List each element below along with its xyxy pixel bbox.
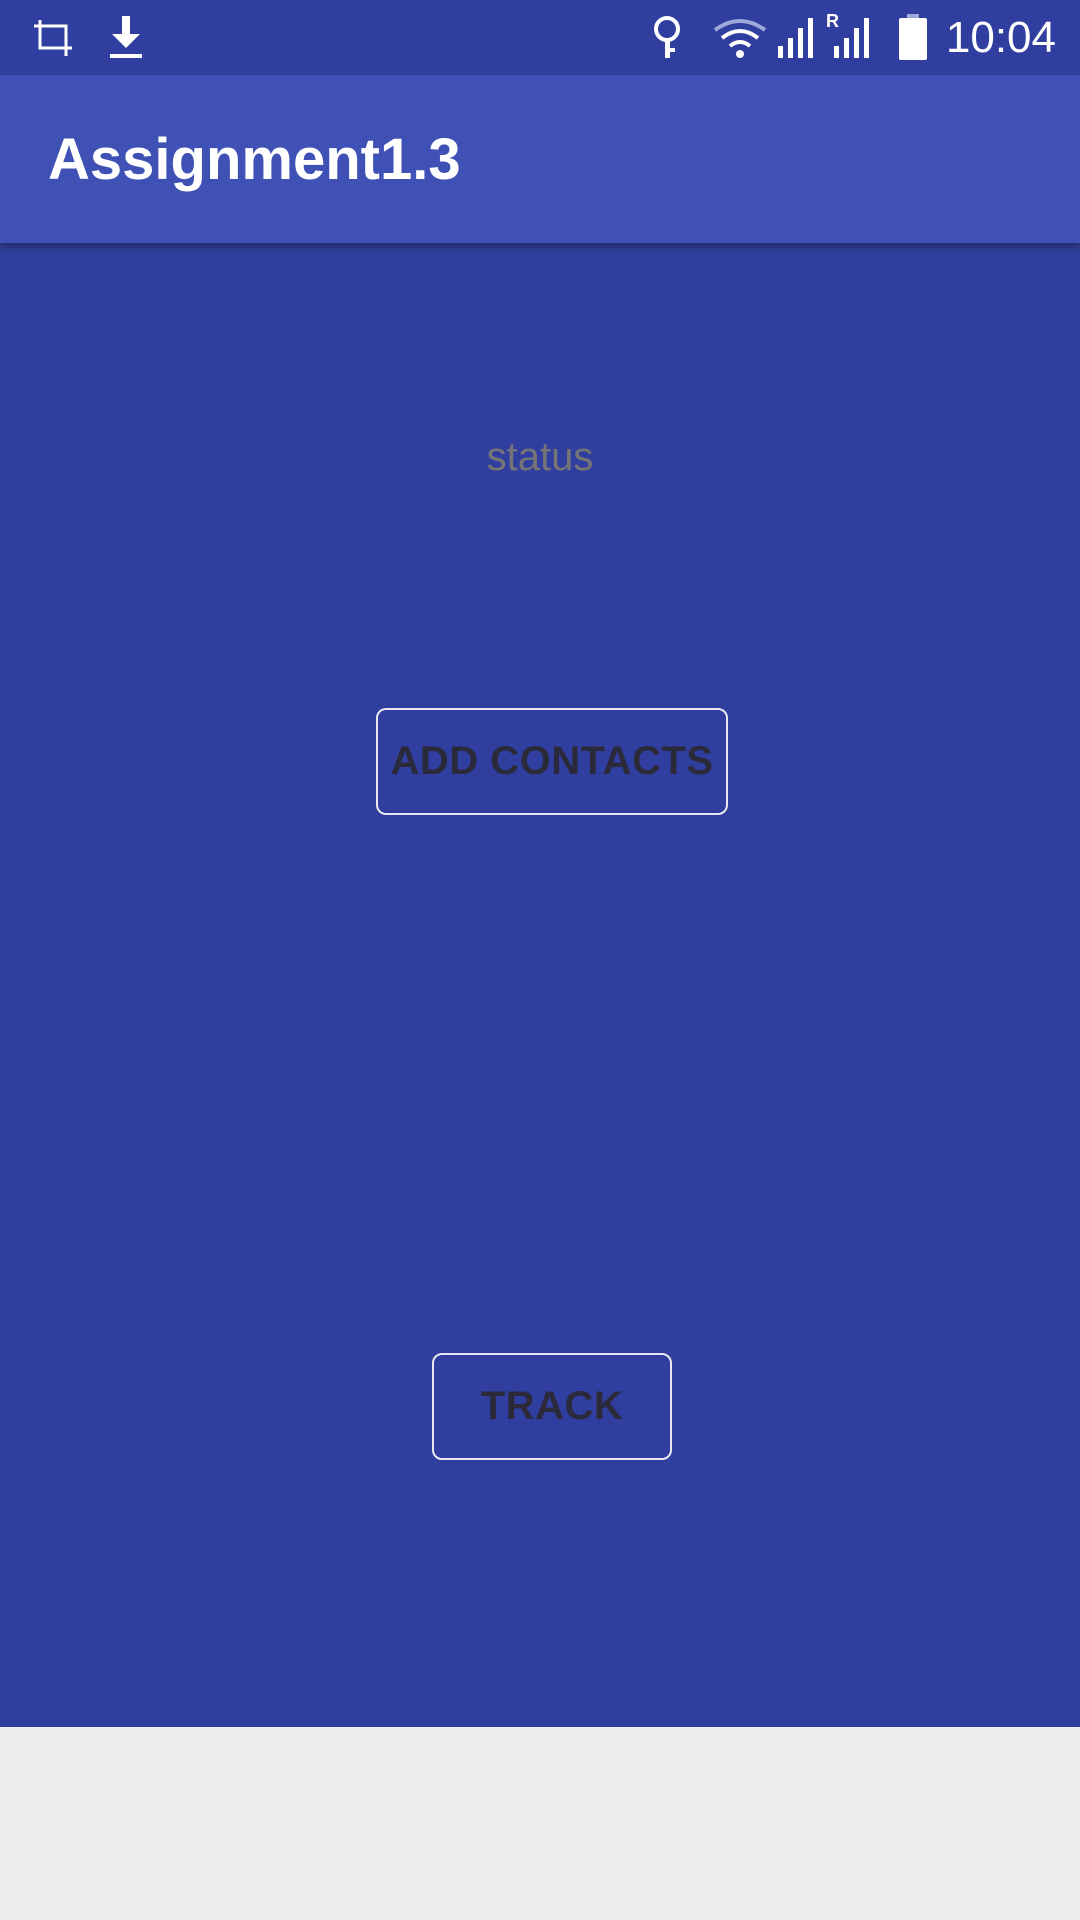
status-bar-clock: 10:04 bbox=[945, 13, 1056, 62]
crop-icon bbox=[32, 18, 76, 58]
app-title: Assignment1.3 bbox=[48, 127, 461, 192]
status-bar: R 10:04 bbox=[0, 0, 1080, 75]
roaming-signal-icon: R bbox=[826, 12, 874, 60]
wifi-icon bbox=[712, 18, 768, 58]
main-content: status ADD CONTACTS TRACK bbox=[0, 243, 1080, 1727]
cell-signal-icon bbox=[776, 16, 816, 60]
key-icon bbox=[650, 16, 684, 60]
track-button[interactable]: TRACK bbox=[432, 1353, 672, 1460]
status-label: status bbox=[486, 435, 594, 479]
battery-icon bbox=[898, 14, 928, 60]
add-contacts-button[interactable]: ADD CONTACTS bbox=[376, 708, 728, 815]
app-bar: Assignment1.3 bbox=[0, 75, 1080, 243]
bottom-area bbox=[0, 1727, 1080, 1920]
download-icon bbox=[106, 16, 146, 60]
roaming-label: R bbox=[826, 11, 839, 31]
